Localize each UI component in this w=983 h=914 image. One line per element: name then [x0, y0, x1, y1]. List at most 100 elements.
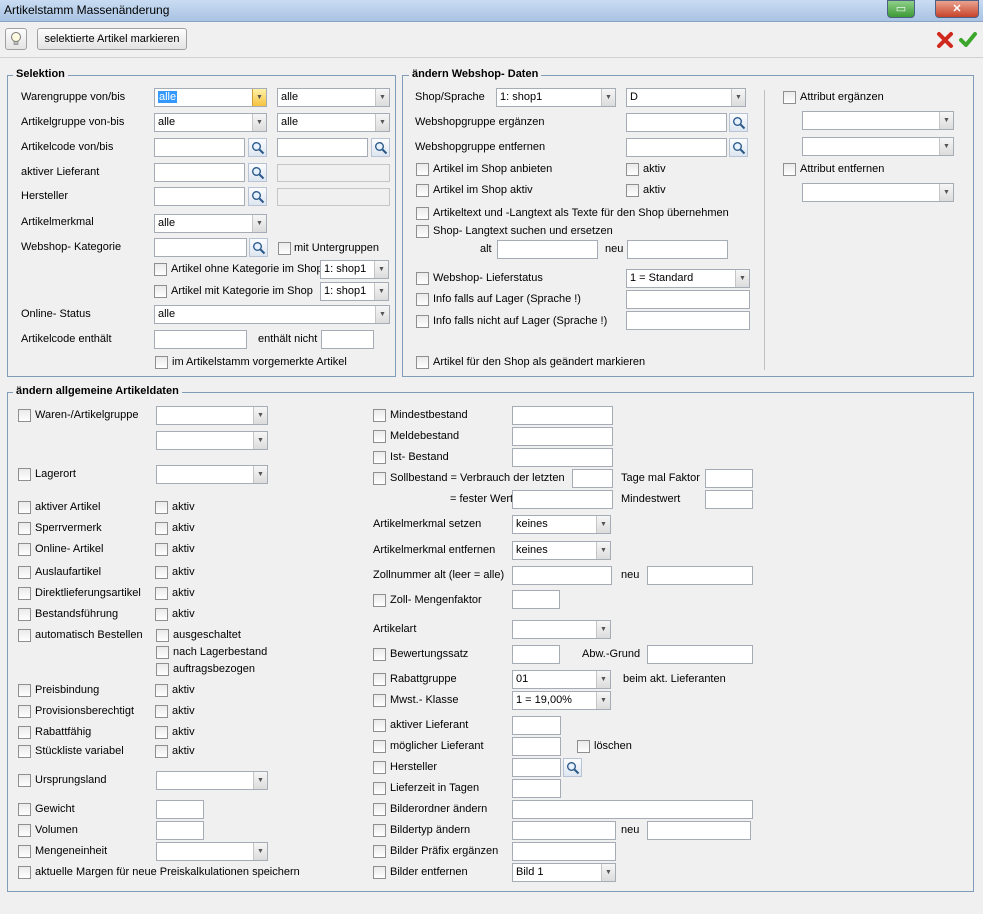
code-enthaelt-input[interactable]	[154, 330, 247, 349]
merkmal-setzen-select[interactable]: keines ▼	[512, 515, 611, 534]
hint-button[interactable]	[5, 28, 27, 50]
bildertyp-checkbox[interactable]	[373, 824, 386, 837]
shop-select[interactable]: 1: shop1 ▼	[496, 88, 616, 107]
bildertyp-alt-input[interactable]	[512, 821, 616, 840]
kategorie-input[interactable]	[154, 238, 247, 257]
rabattfaehig-aktiv-checkbox[interactable]	[155, 726, 168, 739]
auftrag-checkbox[interactable]	[156, 663, 169, 676]
vorgemerkt-checkbox[interactable]	[155, 356, 168, 369]
artikelcode-to-search[interactable]	[371, 138, 390, 157]
meldebestand-checkbox[interactable]	[373, 430, 386, 443]
nach-lager-checkbox[interactable]	[156, 646, 169, 659]
texte-checkbox[interactable]	[416, 207, 429, 220]
zoll-faktor-input[interactable]	[512, 590, 560, 609]
close-window-button[interactable]: ✕	[935, 0, 979, 18]
lieferant-input[interactable]	[154, 163, 245, 182]
info-lager-input[interactable]	[626, 290, 750, 309]
enthaelt-nicht-input[interactable]	[321, 330, 374, 349]
gewicht-input[interactable]	[156, 800, 204, 819]
mindestbestand-input[interactable]	[512, 406, 613, 425]
ist-bestand-input[interactable]	[512, 448, 613, 467]
provision-checkbox[interactable]	[18, 705, 31, 718]
hersteller-search[interactable]	[248, 187, 267, 206]
info-lager-checkbox[interactable]	[416, 293, 429, 306]
artikelgruppe-from-select[interactable]: alle ▼	[154, 113, 267, 132]
mogl-lieferant-input[interactable]	[512, 737, 561, 756]
anbieten-checkbox[interactable]	[416, 163, 429, 176]
sperrvermerk-checkbox[interactable]	[18, 522, 31, 535]
lieferzeit-input[interactable]	[512, 779, 561, 798]
waren-select-1[interactable]: ▼	[156, 406, 268, 425]
mit-kategorie-checkbox[interactable]	[154, 285, 167, 298]
hersteller-input[interactable]	[154, 187, 245, 206]
lieferstatus-checkbox[interactable]	[416, 272, 429, 285]
sperrvermerk-aktiv-checkbox[interactable]	[155, 522, 168, 535]
gruppe-entfernen-search[interactable]	[729, 138, 748, 157]
warengruppe-to-select[interactable]: alle ▼	[277, 88, 390, 107]
bilder-entfernen-select[interactable]: Bild 1 ▼	[512, 863, 616, 882]
artikelcode-to-input[interactable]	[277, 138, 368, 157]
langtext-neu-input[interactable]	[627, 240, 728, 259]
mit-kategorie-shop-select[interactable]: 1: shop1 ▼	[320, 282, 389, 301]
warengruppe-from-select[interactable]: alle ▼	[154, 88, 267, 107]
volumen-checkbox[interactable]	[18, 824, 31, 837]
akt-lieferant-checkbox[interactable]	[373, 719, 386, 732]
preisbindung-checkbox[interactable]	[18, 684, 31, 697]
artikelart-select[interactable]: ▼	[512, 620, 611, 639]
mengeneinheit-checkbox[interactable]	[18, 845, 31, 858]
artikelcode-from-input[interactable]	[154, 138, 245, 157]
bestand-fuehrung-checkbox[interactable]	[18, 608, 31, 621]
artikelcode-from-search[interactable]	[248, 138, 267, 157]
faktor-input[interactable]	[705, 469, 753, 488]
attr-entfernen-checkbox[interactable]	[783, 163, 796, 176]
gruppe-ergaenzen-input[interactable]	[626, 113, 727, 132]
sollbestand-checkbox[interactable]	[373, 472, 386, 485]
loeschen-checkbox[interactable]	[577, 740, 590, 753]
attr-ergaenzen-select-1[interactable]: ▼	[802, 111, 954, 130]
hersteller-allg-input[interactable]	[512, 758, 561, 777]
bilderordner-input[interactable]	[512, 800, 753, 819]
rabattfaehig-checkbox[interactable]	[18, 726, 31, 739]
lieferant-search[interactable]	[248, 163, 267, 182]
mindestbestand-checkbox[interactable]	[373, 409, 386, 422]
volumen-input[interactable]	[156, 821, 204, 840]
gewicht-checkbox[interactable]	[18, 803, 31, 816]
gruppe-entfernen-input[interactable]	[626, 138, 727, 157]
waren-select-2[interactable]: ▼	[156, 431, 268, 450]
kategorie-search[interactable]	[249, 238, 268, 257]
hersteller-allg-checkbox[interactable]	[373, 761, 386, 774]
auslauf-aktiv-checkbox[interactable]	[155, 566, 168, 579]
bewertung-checkbox[interactable]	[373, 648, 386, 661]
merkmal-select[interactable]: alle ▼	[154, 214, 267, 233]
zoll-neu-input[interactable]	[647, 566, 753, 585]
online-artikel-checkbox[interactable]	[18, 543, 31, 556]
minimize-button[interactable]: ▭	[887, 0, 915, 18]
stueckliste-checkbox[interactable]	[18, 745, 31, 758]
auto-bestellen-checkbox[interactable]	[18, 629, 31, 642]
info-nicht-lager-input[interactable]	[626, 311, 750, 330]
merkmal-entfernen-select[interactable]: keines ▼	[512, 541, 611, 560]
rabattgruppe-checkbox[interactable]	[373, 673, 386, 686]
lagerort-select[interactable]: ▼	[156, 465, 268, 484]
geaendert-checkbox[interactable]	[416, 356, 429, 369]
bestand-fuehrung-aktiv-checkbox[interactable]	[155, 608, 168, 621]
lieferstatus-select[interactable]: 1 = Standard ▼	[626, 269, 750, 288]
bilder-entfernen-checkbox[interactable]	[373, 866, 386, 879]
shop-aktiv-checkbox[interactable]	[416, 184, 429, 197]
shop-aktiv-aktiv-checkbox[interactable]	[626, 184, 639, 197]
preisbindung-aktiv-checkbox[interactable]	[155, 684, 168, 697]
fester-wert-input[interactable]	[512, 490, 613, 509]
confirm-button[interactable]	[958, 30, 978, 50]
bilder-praefix-checkbox[interactable]	[373, 845, 386, 858]
mindestwert-input[interactable]	[705, 490, 753, 509]
mengeneinheit-select[interactable]: ▼	[156, 842, 268, 861]
akt-lieferant-input[interactable]	[512, 716, 561, 735]
attr-entfernen-select[interactable]: ▼	[802, 183, 954, 202]
bewertung-input[interactable]	[512, 645, 560, 664]
bildertyp-neu-input[interactable]	[647, 821, 751, 840]
online-artikel-aktiv-checkbox[interactable]	[155, 543, 168, 556]
lagerort-checkbox[interactable]	[18, 468, 31, 481]
artikelgruppe-to-select[interactable]: alle ▼	[277, 113, 390, 132]
ist-bestand-checkbox[interactable]	[373, 451, 386, 464]
mogl-lieferant-checkbox[interactable]	[373, 740, 386, 753]
